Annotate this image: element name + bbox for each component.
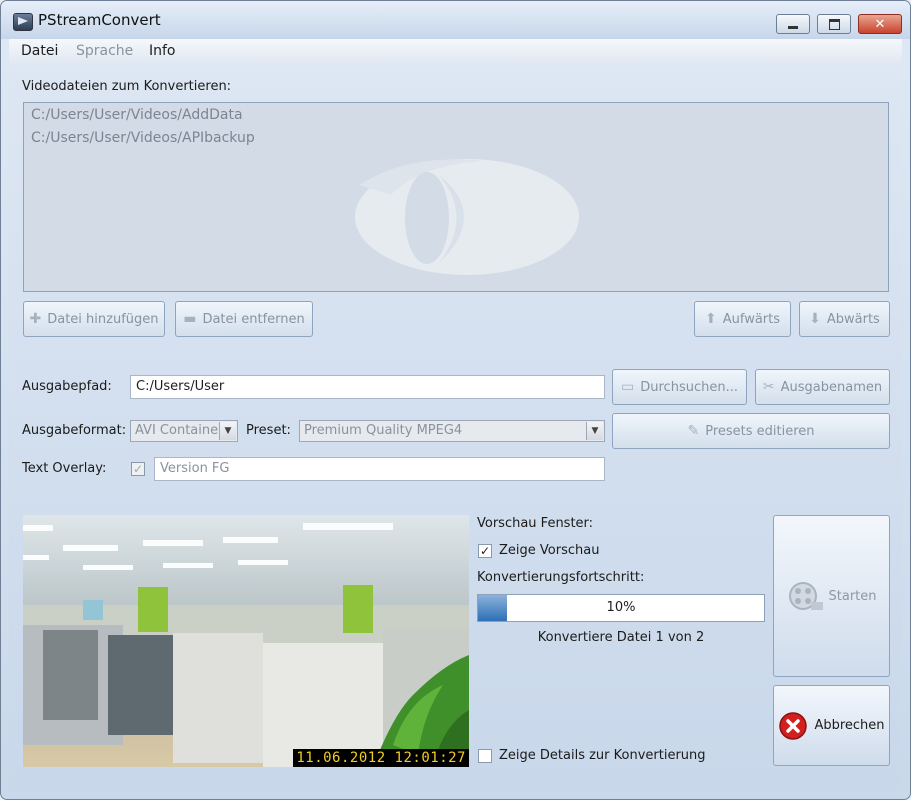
file-entry[interactable]: C:/Users/User/Videos/APIbackup [31, 130, 255, 146]
add-file-label: Datei hinzufügen [47, 311, 159, 327]
film-reel-icon [788, 582, 823, 610]
menu-info[interactable]: Info [149, 43, 176, 59]
progress-status: Konvertiere Datei 1 von 2 [537, 630, 705, 645]
start-label: Starten [828, 588, 877, 604]
text-overlay-label: Text Overlay: [22, 461, 107, 476]
move-up-button[interactable]: ⬆ Aufwärts [694, 301, 791, 337]
remove-file-button[interactable]: ▬ Datei entfernen [175, 301, 313, 337]
output-path-label: Ausgabepfad: [22, 379, 112, 394]
move-down-button[interactable]: ⬇ Abwärts [799, 301, 890, 337]
progress-label: Konvertierungsfortschritt: [477, 570, 645, 585]
file-entry[interactable]: C:/Users/User/Videos/AddData [31, 107, 243, 123]
output-names-button[interactable]: ✂ Ausgabenamen [755, 369, 890, 405]
office-preview-image [23, 515, 469, 767]
app-logo-icon [13, 13, 33, 31]
window-title: PStreamConvert [38, 11, 161, 29]
plus-icon: ✚ [29, 311, 42, 327]
close-button[interactable]: ✕ [858, 14, 902, 34]
folder-icon: ▭ [621, 379, 635, 395]
arrow-down-icon: ⬇ [809, 311, 821, 327]
show-details-checkbox[interactable] [478, 749, 492, 763]
arrow-up-icon: ⬆ [704, 311, 717, 327]
menu-datei[interactable]: Datei [21, 43, 58, 59]
show-details-label: Zeige Details zur Konvertierung [499, 748, 706, 763]
minimize-button[interactable] [776, 14, 810, 34]
add-file-button[interactable]: ✚ Datei hinzufügen [23, 301, 165, 337]
video-preview: 11.06.2012 12:01:27 [23, 515, 469, 767]
preset-value: Premium Quality MPEG4 [304, 423, 463, 438]
progress-percent: 10% [606, 600, 636, 615]
abort-label: Abbrechen [814, 718, 885, 733]
abort-button[interactable]: Abbrechen [773, 685, 890, 766]
preset-label: Preset: [246, 423, 291, 438]
output-format-select[interactable]: AVI Containe ▼ [130, 420, 238, 442]
tools-icon: ✂ [762, 379, 775, 395]
preset-select[interactable]: Premium Quality MPEG4 ▼ [299, 420, 605, 442]
file-list[interactable]: C:/Users/User/Videos/AddData C:/Users/Us… [23, 102, 889, 292]
show-preview-checkbox[interactable]: ✓ [478, 544, 492, 558]
edit-icon: ✎ [687, 423, 700, 439]
chevron-down-icon: ▼ [219, 422, 236, 440]
text-overlay-checkbox[interactable]: ✓ [131, 462, 145, 476]
title-bar[interactable]: PStreamConvert ✕ [1, 1, 910, 39]
output-names-label: Ausgabenamen [780, 379, 883, 395]
edit-presets-button[interactable]: ✎ Presets editieren [612, 413, 890, 449]
output-format-value: AVI Containe [135, 423, 219, 438]
close-icon: ✕ [874, 16, 886, 32]
files-label: Videodateien zum Konvertieren: [22, 79, 232, 94]
text-overlay-field[interactable]: Version FG [154, 457, 605, 481]
remove-file-label: Datei entfernen [202, 311, 305, 327]
move-up-label: Aufwärts [722, 311, 781, 327]
move-down-label: Abwärts [826, 311, 880, 327]
menu-bar: Datei Sprache Info [9, 39, 902, 66]
maximize-icon [828, 18, 840, 30]
browse-label: Durchsuchen... [640, 379, 738, 395]
minus-icon: ▬ [183, 311, 197, 327]
output-format-label: Ausgabeformat: [22, 423, 127, 438]
conversion-progress-bar: 10% [477, 594, 765, 622]
maximize-button[interactable] [817, 14, 851, 34]
output-path-field[interactable]: C:/Users/User [130, 375, 605, 399]
menu-sprache[interactable]: Sprache [76, 43, 133, 59]
show-preview-label: Zeige Vorschau [499, 543, 600, 558]
minimize-icon [788, 25, 798, 29]
start-button[interactable]: Starten [773, 515, 890, 677]
main-window: PStreamConvert ✕ Datei Sprache Info Vide… [0, 0, 911, 800]
cancel-icon [779, 711, 808, 740]
edit-presets-label: Presets editieren [705, 423, 815, 439]
browse-button[interactable]: ▭ Durchsuchen... [612, 369, 747, 405]
client-area: Videodateien zum Konvertieren: C:/Users/… [9, 65, 902, 791]
watermark-logo-icon [355, 159, 579, 275]
preview-window-label: Vorschau Fenster: [477, 516, 594, 531]
preview-timestamp: 11.06.2012 12:01:27 [293, 749, 469, 767]
chevron-down-icon: ▼ [586, 422, 603, 440]
